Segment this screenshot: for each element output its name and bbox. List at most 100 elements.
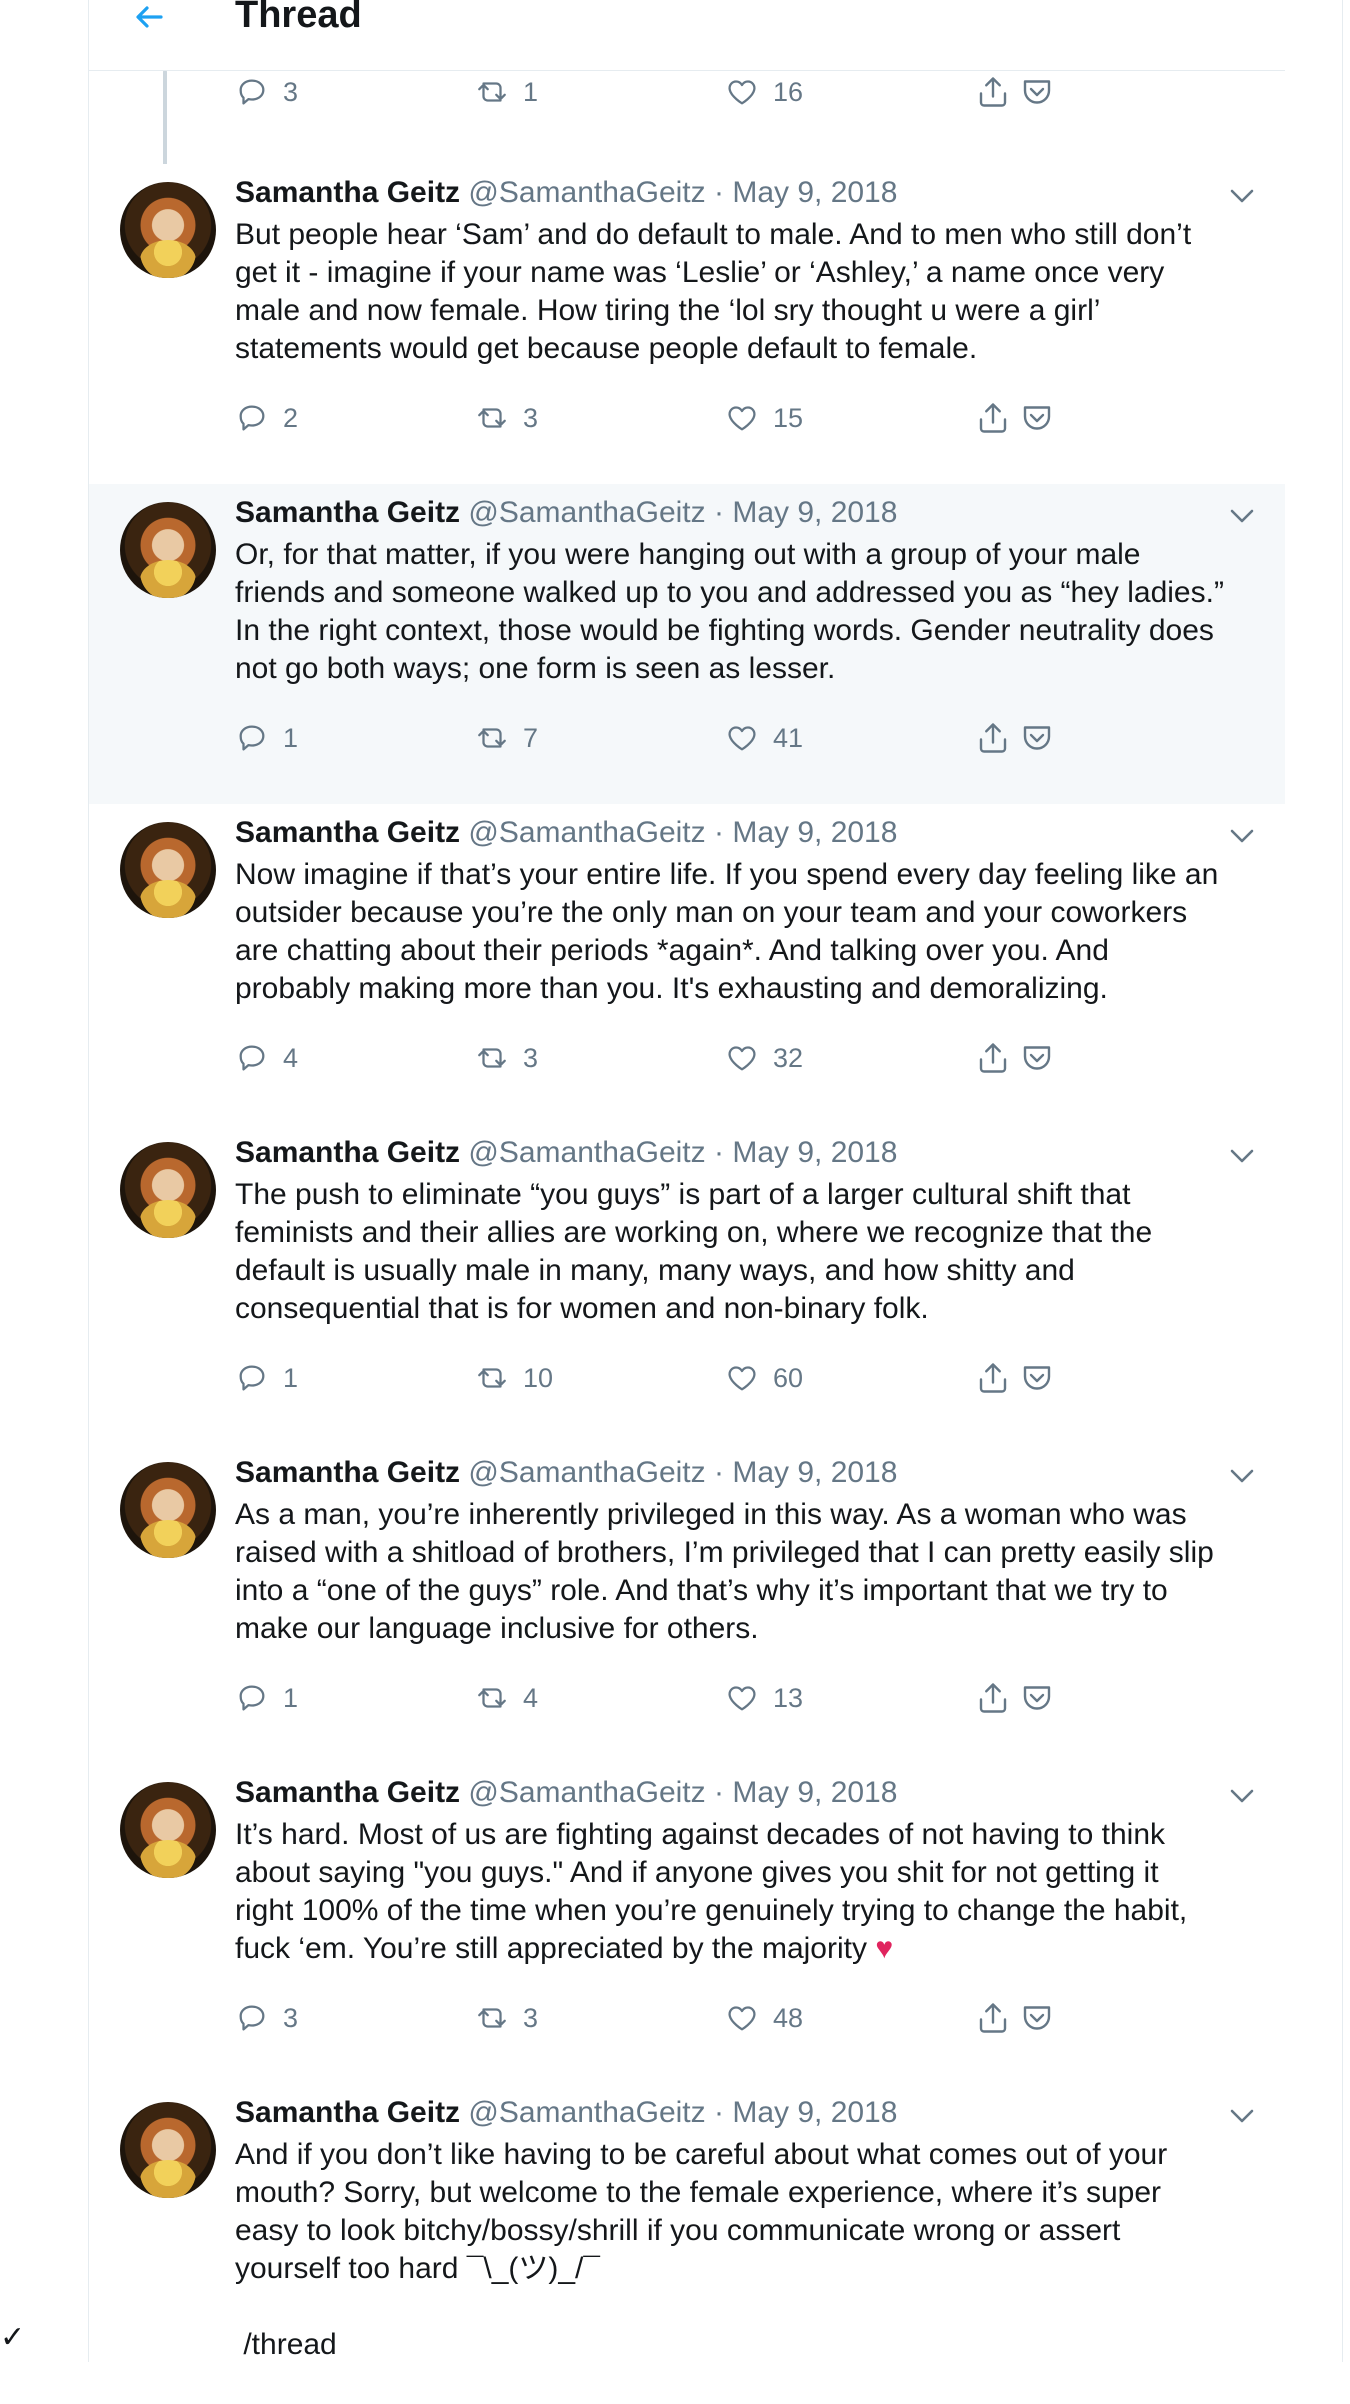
like-button[interactable]: 15 — [725, 398, 803, 438]
tweet-body: It’s hard. Most of us are fighting again… — [235, 1818, 1188, 1965]
retweet-button[interactable]: 4 — [475, 1678, 538, 1718]
heart-icon — [728, 1366, 756, 1391]
tweet-menu-button[interactable] — [1229, 1466, 1255, 1486]
avatar[interactable] — [120, 1462, 216, 1558]
tweet-menu-button[interactable] — [1229, 2106, 1255, 2126]
retweet-button[interactable]: 3 — [475, 1038, 538, 1078]
tweet-date[interactable]: May 9, 2018 — [732, 2096, 897, 2129]
share-button[interactable] — [975, 1998, 1011, 2038]
avatar[interactable] — [120, 2102, 216, 2198]
save-to-pocket-button[interactable] — [1019, 1998, 1055, 2038]
author-handle[interactable]: @SamanthaGeitz — [468, 2096, 705, 2129]
save-to-pocket-button[interactable] — [1019, 1678, 1055, 1718]
avatar[interactable] — [120, 182, 216, 278]
tweet-date[interactable]: May 9, 2018 — [732, 1456, 897, 1489]
tweet-date[interactable]: May 9, 2018 — [732, 1136, 897, 1169]
retweet-icon — [478, 728, 506, 748]
meta-separator: · — [713, 1136, 724, 1169]
author-name[interactable]: Samantha Geitz — [235, 496, 460, 529]
tweet[interactable]: Samantha Geitz @SamanthaGeitz · May 9, 2… — [89, 1764, 1285, 2084]
like-button[interactable]: 41 — [725, 718, 803, 758]
reply-count: 3 — [283, 76, 299, 107]
author-handle[interactable]: @SamanthaGeitz — [468, 1776, 705, 1809]
tweet-date[interactable]: May 9, 2018 — [732, 176, 897, 209]
tweet-date[interactable]: May 9, 2018 — [732, 816, 897, 849]
retweet-icon — [478, 82, 506, 102]
reply-count: 1 — [283, 722, 299, 753]
reply-button[interactable]: 3 — [235, 1998, 298, 2038]
checkmark-icon: ✓ — [0, 2321, 26, 2354]
author-name[interactable]: Samantha Geitz — [235, 1136, 460, 1169]
avatar[interactable] — [120, 1782, 216, 1878]
retweet-button[interactable]: 7 — [475, 718, 538, 758]
pocket-icon — [1023, 406, 1051, 430]
share-button[interactable] — [975, 718, 1011, 758]
tweet-date[interactable]: May 9, 2018 — [732, 1776, 897, 1809]
tweet-text: And if you don’t like having to be caref… — [235, 2136, 1255, 2364]
tweet[interactable]: Samantha Geitz @SamanthaGeitz · May 9, 2… — [89, 164, 1285, 484]
like-count: 60 — [773, 1362, 804, 1393]
like-button[interactable]: 16 — [725, 72, 803, 112]
tweet-body: And if you don’t like having to be caref… — [235, 2138, 1168, 2361]
retweet-button[interactable]: 1 — [475, 72, 538, 112]
reply-icon — [239, 725, 265, 751]
like-button[interactable]: 48 — [725, 1998, 803, 2038]
save-to-pocket-button[interactable] — [1019, 398, 1055, 438]
like-button[interactable]: 13 — [725, 1678, 803, 1718]
like-button[interactable]: 32 — [725, 1038, 803, 1078]
reply-button[interactable]: 4 — [235, 1038, 298, 1078]
reply-button[interactable]: 2 — [235, 398, 298, 438]
tweet-text: As a man, you’re inherently privileged i… — [235, 1496, 1255, 1648]
share-icon — [979, 77, 1007, 107]
save-to-pocket-button[interactable] — [1019, 1038, 1055, 1078]
tweet[interactable]: Samantha Geitz @SamanthaGeitz · May 9, 2… — [89, 1124, 1285, 1444]
reply-button[interactable]: 1 — [235, 1358, 298, 1398]
share-button[interactable] — [975, 72, 1011, 112]
tweet[interactable]: Samantha Geitz @SamanthaGeitz · May 9, 2… — [89, 1444, 1285, 1764]
tweet-date[interactable]: May 9, 2018 — [732, 496, 897, 529]
author-handle[interactable]: @SamanthaGeitz — [468, 496, 705, 529]
tweet[interactable]: Samantha Geitz @SamanthaGeitz · May 9, 2… — [89, 484, 1285, 804]
back-button[interactable] — [129, 0, 169, 36]
tweet-menu-button[interactable] — [1229, 826, 1255, 846]
save-to-pocket-button[interactable] — [1019, 718, 1055, 758]
reply-button[interactable]: 3 — [235, 72, 298, 112]
tweet-menu-button[interactable] — [1229, 1786, 1255, 1806]
retweet-button[interactable]: 3 — [475, 398, 538, 438]
author-handle[interactable]: @SamanthaGeitz — [468, 176, 705, 209]
save-to-pocket-button[interactable] — [1019, 72, 1055, 112]
tweet-text: It’s hard. Most of us are fighting again… — [235, 1816, 1255, 1968]
tweet-actions: 1 7 41 — [235, 718, 1135, 758]
tweet-menu-button[interactable] — [1229, 186, 1255, 206]
author-name[interactable]: Samantha Geitz — [235, 1456, 460, 1489]
tweet-actions: 1 10 60 — [235, 1358, 1135, 1398]
avatar[interactable] — [120, 822, 216, 918]
tweet-menu-button[interactable] — [1229, 1146, 1255, 1166]
reply-button[interactable]: 1 — [235, 1678, 298, 1718]
author-handle[interactable]: @SamanthaGeitz — [468, 1136, 705, 1169]
author-name[interactable]: Samantha Geitz — [235, 816, 460, 849]
share-button[interactable] — [975, 398, 1011, 438]
tweet[interactable]: Samantha Geitz @SamanthaGeitz · May 9, 2… — [89, 804, 1285, 1124]
retweet-button[interactable]: 10 — [475, 1358, 553, 1398]
retweet-button[interactable]: 3 — [475, 1998, 538, 2038]
avatar[interactable] — [120, 1142, 216, 1238]
author-name[interactable]: Samantha Geitz — [235, 176, 460, 209]
author-name[interactable]: Samantha Geitz — [235, 1776, 460, 1809]
tweet-menu-button[interactable] — [1229, 506, 1255, 526]
share-button[interactable] — [975, 1038, 1011, 1078]
tweet[interactable]: Samantha Geitz @SamanthaGeitz · May 9, 2… — [89, 2084, 1285, 2404]
save-to-pocket-button[interactable] — [1019, 1358, 1055, 1398]
author-handle[interactable]: @SamanthaGeitz — [468, 1456, 705, 1489]
author-name[interactable]: Samantha Geitz — [235, 2096, 460, 2129]
heart-icon — [728, 726, 756, 751]
author-handle[interactable]: @SamanthaGeitz — [468, 816, 705, 849]
reply-button[interactable]: 1 — [235, 718, 298, 758]
retweet-icon — [478, 1048, 506, 1068]
avatar[interactable] — [120, 502, 216, 598]
thread-column: Thread 3 1 16 Samantha Geitz @SamanthaGe… — [88, 0, 1286, 2404]
left-gutter — [0, 0, 88, 2362]
share-button[interactable] — [975, 1358, 1011, 1398]
share-button[interactable] — [975, 1678, 1011, 1718]
like-button[interactable]: 60 — [725, 1358, 803, 1398]
